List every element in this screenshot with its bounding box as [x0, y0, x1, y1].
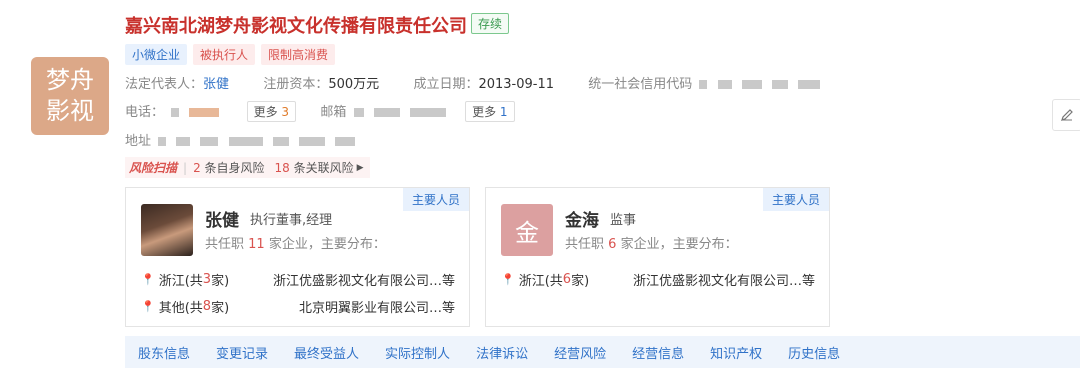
redacted-block: [298, 137, 325, 146]
tab-litigation[interactable]: 法律诉讼: [463, 343, 541, 362]
edit-button[interactable]: [1052, 99, 1080, 131]
redacted-block: [158, 137, 167, 146]
redacted-block: [699, 80, 708, 89]
location-row[interactable]: 📍 浙江(共 3 家) 浙江优盛影视文化有限公司…等: [141, 270, 455, 289]
logo-line-1: 梦舟: [46, 66, 94, 94]
location-pin-icon: 📍: [501, 273, 515, 286]
person-stat: 共任职 11 家企业，主要分布：: [205, 237, 386, 252]
redacted-block: [373, 108, 400, 117]
caret-right-icon: ▶: [356, 162, 364, 173]
self-risk-label: 条自身风险: [204, 161, 265, 175]
email-more-button[interactable]: 更多 1: [465, 101, 515, 122]
redacted-block: [798, 80, 821, 89]
phone-more-button[interactable]: 更多 3: [246, 101, 297, 122]
location-company: 浙江优盛影视文化有限公司…等: [632, 274, 815, 289]
risk-scan-bar[interactable]: 风险扫描 | 2 条自身风险 18 条关联风险 ▶: [125, 157, 370, 178]
person-role: 执行董事,经理: [250, 213, 333, 228]
self-risk-count: 2: [193, 160, 201, 175]
tag-small-enterprise[interactable]: 小微企业: [125, 44, 188, 65]
info-row-1: 法定代表人：张健 注册资本：500万元 成立日期：2013-09-11 统一社会…: [125, 73, 823, 92]
person-avatar: 金: [501, 204, 553, 256]
redacted-block: [176, 137, 191, 146]
credit-code-label: 统一社会信用代码: [588, 77, 693, 92]
company-logo: 梦舟 影视: [31, 57, 109, 135]
main-person-badge: 主要人员: [402, 188, 469, 211]
location-pin-icon: 📍: [141, 300, 155, 313]
stat-count: 11: [248, 237, 265, 252]
company-name[interactable]: 嘉兴南北湖梦舟影视文化传播有限责任公司: [125, 12, 467, 38]
risk-scan-logo: 风险扫描: [129, 161, 178, 175]
redacted-block: [717, 80, 732, 89]
person-avatar: [141, 204, 193, 256]
capital-value: 500万元: [328, 77, 380, 92]
tag-consumption-limit[interactable]: 限制高消费: [261, 44, 336, 65]
status-badge: 存续: [471, 13, 510, 34]
redacted-block: [228, 137, 263, 146]
redacted-block: [335, 137, 355, 146]
person-name[interactable]: 金海: [565, 206, 599, 231]
tab-beneficiary[interactable]: 最终受益人: [281, 343, 372, 362]
logo-line-2: 影视: [46, 97, 94, 125]
redacted-block: [771, 80, 788, 89]
redacted-block: [171, 108, 180, 117]
location-row[interactable]: 📍 其他(共 8 家) 北京明翼影业有限公司…等: [141, 297, 455, 316]
legal-rep-label: 法定代表人：: [125, 77, 204, 92]
capital-label: 注册资本：: [263, 77, 329, 92]
redacted-block: [409, 108, 446, 117]
redacted-block: [741, 80, 762, 89]
stat-count: 6: [608, 237, 617, 252]
tab-operating-info[interactable]: 经营信息: [619, 343, 697, 362]
location-row[interactable]: 📍 浙江(共 6 家) 浙江优盛影视文化有限公司…等: [501, 270, 815, 289]
tab-controller[interactable]: 实际控制人: [372, 343, 463, 362]
tab-history[interactable]: 历史信息: [775, 343, 853, 362]
tab-operating-risk[interactable]: 经营风险: [541, 343, 619, 362]
person-card-jinhai[interactable]: 主要人员 金 金海 监事 共任职 6 家企业，主要分布： 📍 浙江(共 6 家) 浙…: [485, 187, 830, 327]
info-row-3: 地址: [125, 130, 358, 149]
tab-ip[interactable]: 知识产权: [697, 343, 775, 362]
info-row-2: 电话： 更多 3 邮箱 更多 1: [125, 101, 515, 122]
person-card-zhangjian[interactable]: 主要人员 张健 执行董事,经理 共任职 11 家企业，主要分布： 📍 浙江(共 3…: [125, 187, 470, 327]
address-label: 地址: [125, 134, 152, 149]
email-label: 邮箱: [320, 105, 347, 120]
tag-list: 小微企业 被执行人 限制高消费: [125, 44, 336, 65]
section-tabs: 股东信息 变更记录 最终受益人 实际控制人 法律诉讼 经营风险 经营信息 知识产…: [125, 336, 1080, 368]
location-company: 北京明翼影业有限公司…等: [298, 301, 455, 316]
redacted-block: [189, 108, 220, 117]
phone-label: 电话：: [125, 105, 165, 120]
location-company: 浙江优盛影视文化有限公司…等: [272, 274, 455, 289]
pencil-icon: [1061, 109, 1073, 121]
person-role: 监事: [610, 213, 637, 228]
divider: |: [183, 160, 188, 175]
date-value: 2013-09-11: [478, 77, 555, 92]
tag-executed-person[interactable]: 被执行人: [193, 44, 256, 65]
tab-shareholders[interactable]: 股东信息: [125, 343, 203, 362]
main-person-badge: 主要人员: [762, 188, 829, 211]
location-pin-icon: 📍: [141, 273, 155, 286]
related-risk-label: 条关联风险: [293, 161, 354, 175]
tab-change-records[interactable]: 变更记录: [203, 343, 281, 362]
person-name[interactable]: 张健: [205, 206, 239, 231]
redacted-block: [200, 137, 219, 146]
legal-rep-link[interactable]: 张健: [203, 77, 229, 92]
date-label: 成立日期：: [413, 77, 479, 92]
redacted-block: [353, 108, 364, 117]
person-stat: 共任职 6 家企业，主要分布：: [565, 237, 738, 252]
redacted-block: [272, 137, 289, 146]
related-risk-count: 18: [274, 160, 290, 175]
